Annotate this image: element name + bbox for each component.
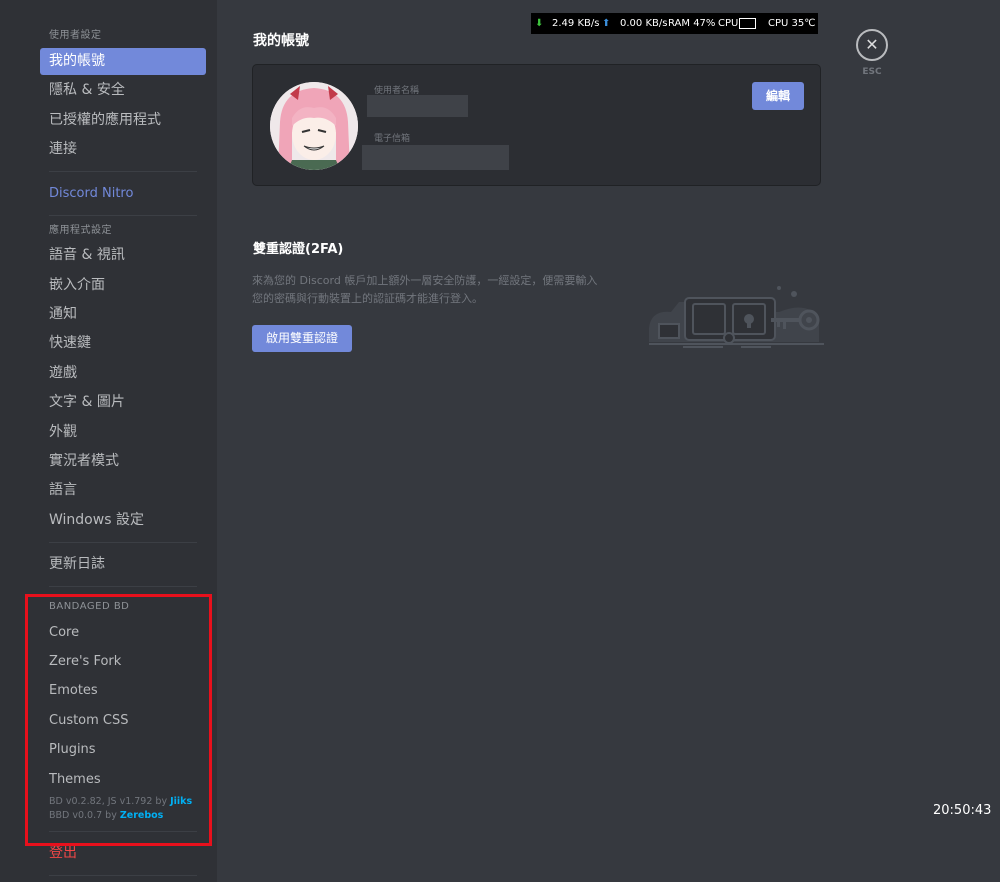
account-card: 使用者名稱 電子信箱 編輯 [252, 64, 821, 186]
sidebar-item-connections[interactable]: 連接 [40, 136, 206, 163]
twofa-desc-line2: 您的密碼與行動裝置上的認証碼才能進行登入。 [252, 292, 483, 305]
sidebar-item-windows-settings[interactable]: Windows 設定 [40, 507, 206, 534]
sidebar-divider [49, 215, 197, 217]
sidebar-divider [49, 875, 197, 877]
enable-twofa-button[interactable]: 啟用雙重認證 [252, 325, 352, 352]
sidebar-item-authorized-apps[interactable]: 已授權的應用程式 [40, 107, 206, 134]
sidebar-item-privacy-safety[interactable]: 隱私 & 安全 [40, 77, 206, 104]
edit-button[interactable]: 編輯 [752, 82, 804, 110]
avatar-image [270, 82, 358, 170]
cpu-label: CPU [718, 18, 739, 29]
sidebar-item-overlay[interactable]: 嵌入介面 [40, 272, 206, 299]
sidebar-divider [49, 585, 197, 587]
sidebar-item-language[interactable]: 語言 [40, 477, 206, 504]
clock: 20:50:43 [933, 803, 992, 818]
upload-arrow-icon: ⬆ [602, 18, 611, 29]
twofa-title: 雙重認證(2FA) [253, 242, 344, 257]
sidebar-divider [49, 541, 197, 543]
safe-key-illustration [649, 286, 824, 348]
cpu-usage-bar [739, 18, 756, 29]
twofa-description: 來為您的 Discord 帳戶加上額外一層安全防護，一經設定，便需要輸入 您的密… [252, 272, 642, 308]
twofa-illustration [649, 280, 824, 352]
close-settings: ✕ ESC [855, 29, 889, 77]
network-monitor-overlay: ⬇ 2.49 KB/s ⬆ 0.00 KB/s RAM 47% CPU CPU … [531, 13, 818, 34]
username-value [367, 95, 468, 117]
close-icon[interactable]: ✕ [856, 29, 888, 61]
email-value [362, 145, 509, 170]
sidebar-item-streamer-mode[interactable]: 實況者模式 [40, 448, 206, 475]
highlight-box [25, 594, 212, 846]
twofa-desc-line1: 來為您的 Discord 帳戶加上額外一層安全防護，一經設定，便需要輸入 [252, 274, 598, 287]
esc-label: ESC [862, 67, 882, 77]
sidebar-item-keybinds[interactable]: 快速鍵 [40, 330, 206, 357]
sidebar-item-notifications[interactable]: 通知 [40, 301, 206, 328]
sidebar-divider [49, 171, 197, 173]
sidebar-item-changelog[interactable]: 更新日誌 [40, 551, 206, 578]
email-label: 電子信箱 [374, 134, 411, 144]
sidebar-item-text-images[interactable]: 文字 & 圖片 [40, 389, 206, 416]
upload-speed: 0.00 KB/s [620, 18, 668, 29]
sidebar-item-games[interactable]: 遊戲 [40, 360, 206, 387]
cpu-temperature: CPU 35℃ [768, 18, 816, 29]
sidebar-item-voice-video[interactable]: 語音 & 視訊 [40, 242, 206, 269]
avatar[interactable] [270, 82, 358, 170]
app-settings-header: 應用程式設定 [49, 225, 112, 237]
download-speed: 2.49 KB/s [552, 18, 600, 29]
user-settings-header: 使用者設定 [49, 30, 102, 41]
sidebar-item-appearance[interactable]: 外觀 [40, 419, 206, 446]
page-title: 我的帳號 [253, 33, 309, 49]
sidebar-item-discord-nitro[interactable]: Discord Nitro [40, 180, 206, 207]
download-arrow-icon: ⬇ [535, 18, 544, 29]
ram-usage: RAM 47% [668, 18, 716, 29]
sidebar-item-my-account[interactable]: 我的帳號 [40, 48, 206, 75]
settings-content: 我的帳號 使用者名稱 電子信箱 編輯 雙重認證(2FA) 來為您的 Discor… [217, 0, 1000, 882]
